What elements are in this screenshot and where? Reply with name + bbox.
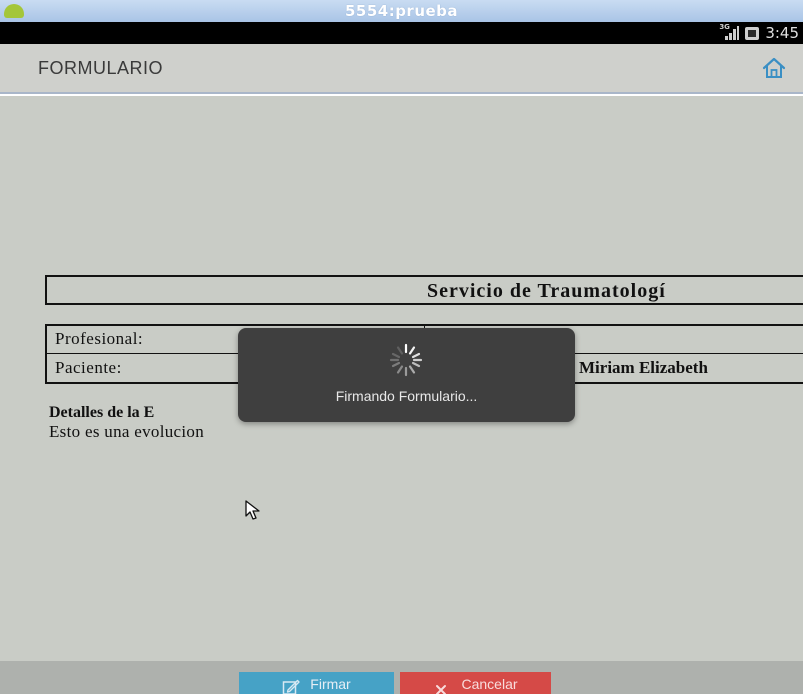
signal-icon: 3G [719,23,740,40]
close-icon [436,685,447,694]
professional-label: Profesional: [55,329,144,348]
sign-button[interactable]: Firmar [239,672,394,694]
cancel-button-label: Cancelar [461,676,518,692]
emulator-title: 5554:prueba [344,2,459,20]
status-bar: 3G 3:45 [0,22,803,44]
edit-icon [283,679,300,694]
page-title: FORMULARIO [38,58,164,78]
cancel-button[interactable]: Cancelar [400,672,551,694]
patient-value: Miriam Elizabeth [579,358,708,377]
home-icon[interactable] [761,55,787,81]
loading-spinner-icon [389,343,423,377]
status-time: 3:45 [765,24,799,42]
battery-icon [745,26,760,40]
mouse-cursor-icon [245,500,260,520]
sign-button-label: Firmar [310,676,351,692]
action-bar: FORMULARIO [0,44,803,94]
network-type: 3G [719,23,730,31]
emulator-title-bar: 5554:prueba [0,0,803,22]
service-header: Servicio de Traumatologí [45,275,803,305]
form-content: Servicio de Traumatologí Profesional: Pa… [0,96,803,661]
patient-label: Paciente: [55,358,122,377]
dialog-message: Firmando Formulario... [335,388,478,404]
service-title: Servicio de Traumatologí [427,280,666,302]
bottom-button-bar: Firmar Cancelar [0,661,803,694]
details-heading: Detalles de la E [49,404,155,421]
details-text: Esto es una evolucion [49,422,205,441]
progress-dialog: Firmando Formulario... [238,328,575,422]
